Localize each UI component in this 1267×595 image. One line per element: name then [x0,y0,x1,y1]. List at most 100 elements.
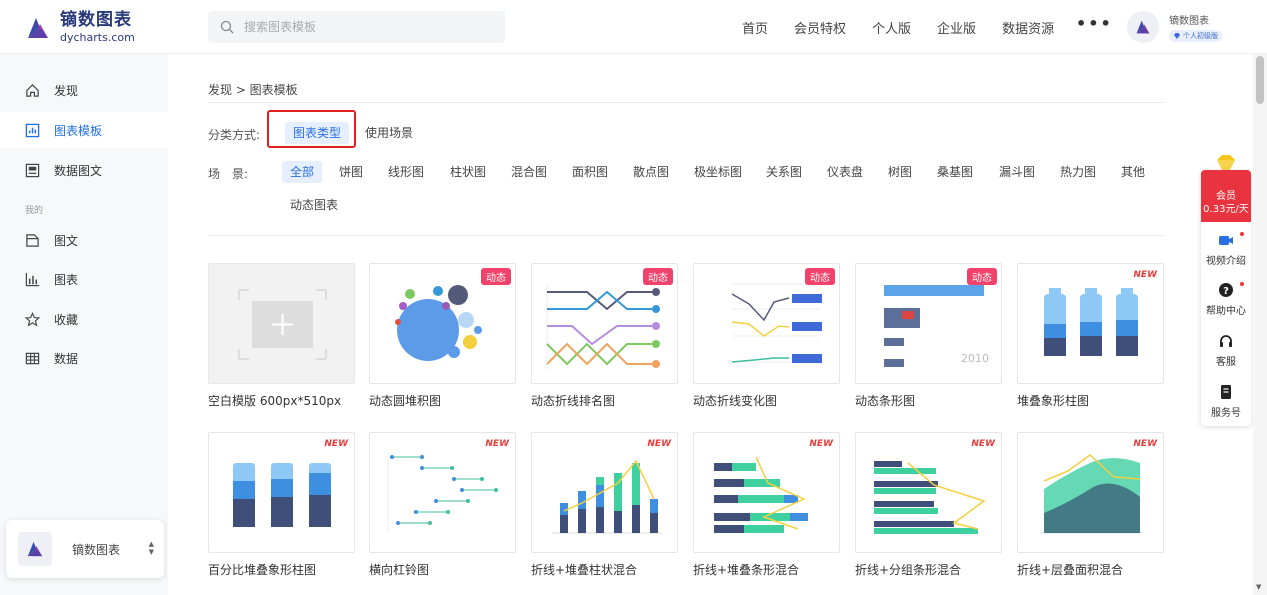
dynamic-tag: 动态 [805,268,835,285]
scene-chip-heatmap[interactable]: 热力图 [1060,161,1096,183]
sidebar-item-data-articles[interactable]: 数据图文 [0,152,168,188]
nav-enterprise[interactable]: 企业版 [937,18,976,37]
vip-label: 会员 [1216,191,1236,202]
vip-price: 0.33元/天 [1203,204,1249,215]
nav-home[interactable]: 首页 [742,18,768,37]
scene-chip-gauge[interactable]: 仪表盘 [827,161,863,183]
star-icon [25,311,40,326]
customer-service-button[interactable]: 客服 [1201,333,1251,368]
template-card-label[interactable]: 空白模版 600px*510px [208,392,341,409]
classify-usage-scene[interactable]: 使用场景 [365,122,413,144]
sidebar-item-label: 数据 [54,351,79,366]
template-card-line-stacked-bar[interactable]: NEW [693,432,840,553]
template-card-dynamic-line-rank[interactable]: 动态 [531,263,678,384]
diamond-icon [1174,32,1180,39]
home-icon [26,83,39,97]
nav-data-resources[interactable]: 数据资源 [1002,18,1054,37]
logo-domain: dycharts.com [60,31,135,44]
template-card-dumbbell[interactable]: NEW [369,432,516,553]
template-card-stacked-pictogram[interactable]: NEW [1017,263,1164,384]
template-card-label[interactable]: 折线+层叠面积混合 [1017,561,1123,578]
template-card-label[interactable]: 百分比堆叠象形柱图 [208,561,316,578]
line-stacked-bar-thumbnail [714,456,808,533]
scene-chip-line[interactable]: 线形图 [388,161,424,183]
line-grouped-bar-thumbnail [874,461,986,534]
template-card-label[interactable]: 动态折线变化图 [693,392,777,409]
logo[interactable]: 镝数图表 dycharts.com [24,12,135,43]
template-card-label[interactable]: 横向杠铃图 [369,561,429,578]
scene-chip-mixed[interactable]: 混合图 [511,161,547,183]
sidebar-item-label: 数据图文 [54,163,103,178]
float-item-label: 客服 [1216,357,1236,368]
vip-button[interactable]: 会员 0.33元/天 [1201,170,1251,222]
template-card-dynamic-line-change[interactable]: 动态 [693,263,840,384]
help-center-button[interactable]: ? 帮助中心 [1201,282,1251,317]
service-account-button[interactable]: 服务号 [1201,384,1251,419]
sidebar-item-chart-templates[interactable]: 图表模板 [0,112,168,148]
template-card-dynamic-bar-race[interactable]: 2010 动态 [855,263,1002,384]
scrollbar-thumb[interactable] [1256,56,1264,104]
template-card-blank[interactable] [208,263,355,384]
scene-chip-scatter[interactable]: 散点图 [633,161,669,183]
more-menu-icon[interactable]: ••• [1076,16,1113,32]
template-card-label[interactable]: 折线+堆叠柱状混合 [531,561,637,578]
notification-dot [1240,232,1244,236]
sidebar-item-charts[interactable]: 图表 [0,261,168,297]
video-intro-button[interactable]: 视频介绍 [1201,232,1251,267]
template-card-percent-pictogram[interactable]: NEW [208,432,355,553]
sidebar-item-articles[interactable]: 图文 [0,222,168,258]
avatar[interactable] [1127,11,1159,43]
scene-chip-pie[interactable]: 饼图 [339,161,363,183]
float-item-label: 帮助中心 [1206,306,1246,317]
updown-arrow-icon[interactable]: ▲ ▼ [149,540,154,556]
workspace-switcher[interactable]: 镝数图表 ▲ ▼ [6,520,164,578]
user-menu[interactable]: 镝数图表 个人初级版 [1127,11,1222,43]
workspace-name: 镝数图表 [72,542,121,557]
divider [208,235,1164,236]
avatar-logo-icon [1136,20,1150,34]
user-plan-label: 个人初级版 [1183,31,1218,40]
search-box[interactable] [208,11,505,43]
scene-chip-bar[interactable]: 柱状图 [450,161,486,183]
help-icon: ? [1219,283,1233,297]
sidebar: 发现 图表模板 数据图文 我的 图文 图表 收藏 数据 镝数图表 ▲ ▼ [0,54,168,595]
sidebar-item-favorites[interactable]: 收藏 [0,301,168,337]
nav-personal[interactable]: 个人版 [872,18,911,37]
bar-race-year: 2010 [961,352,989,365]
scene-chip-tree[interactable]: 树图 [888,161,912,183]
search-input[interactable] [244,20,484,34]
user-name: 镝数图表 [1169,15,1209,27]
top-bar: 镝数图表 dycharts.com 首页 会员特权 个人版 企业版 数据资源 •… [0,0,1267,54]
template-card-label[interactable]: 堆叠象形柱图 [1017,392,1089,409]
template-card-label[interactable]: 折线+堆叠条形混合 [693,561,799,578]
template-card-line-layered-area[interactable]: NEW [1017,432,1164,553]
floating-service-panel: 会员 0.33元/天 视频介绍 ? 帮助中心 客服 服务号 [1201,170,1251,426]
template-card-line-grouped-bar[interactable]: NEW [855,432,1002,553]
scene-chip-dynamic[interactable]: 动态图表 [290,194,338,216]
template-card-label[interactable]: 动态条形图 [855,392,915,409]
workspace-logo-icon [27,541,43,557]
logo-icon [28,17,48,38]
scene-chip-area[interactable]: 面积图 [572,161,608,183]
scene-chip-funnel[interactable]: 漏斗图 [999,161,1035,183]
sidebar-item-data[interactable]: 数据 [0,340,168,376]
new-tag: NEW [324,439,348,449]
scene-chip-sankey[interactable]: 桑基图 [937,161,973,183]
sidebar-group-mine: 我的 [25,206,44,216]
template-card-dynamic-circle-pack[interactable]: 动态 [369,263,516,384]
template-card-label[interactable]: 动态折线排名图 [531,392,615,409]
nav-vip[interactable]: 会员特权 [794,18,846,37]
scroll-down-arrow-icon[interactable]: ▼ [1256,583,1261,591]
sidebar-item-discover[interactable]: 发现 [0,72,168,108]
scene-chip-relation[interactable]: 关系图 [766,161,802,183]
page-scrollbar[interactable]: ▼ [1253,54,1267,595]
pictogram-thumbnail [1044,288,1138,356]
template-card-line-stacked-column[interactable]: NEW [531,432,678,553]
template-card-label[interactable]: 动态圆堆积图 [369,392,441,409]
divider [208,102,1164,103]
breadcrumb: 发现 > 图表模板 [208,83,298,97]
scene-chip-all[interactable]: 全部 [282,161,323,183]
template-card-label[interactable]: 折线+分组条形混合 [855,561,961,578]
scene-chip-polar[interactable]: 极坐标图 [694,161,742,183]
scene-chip-other[interactable]: 其他 [1121,161,1145,183]
